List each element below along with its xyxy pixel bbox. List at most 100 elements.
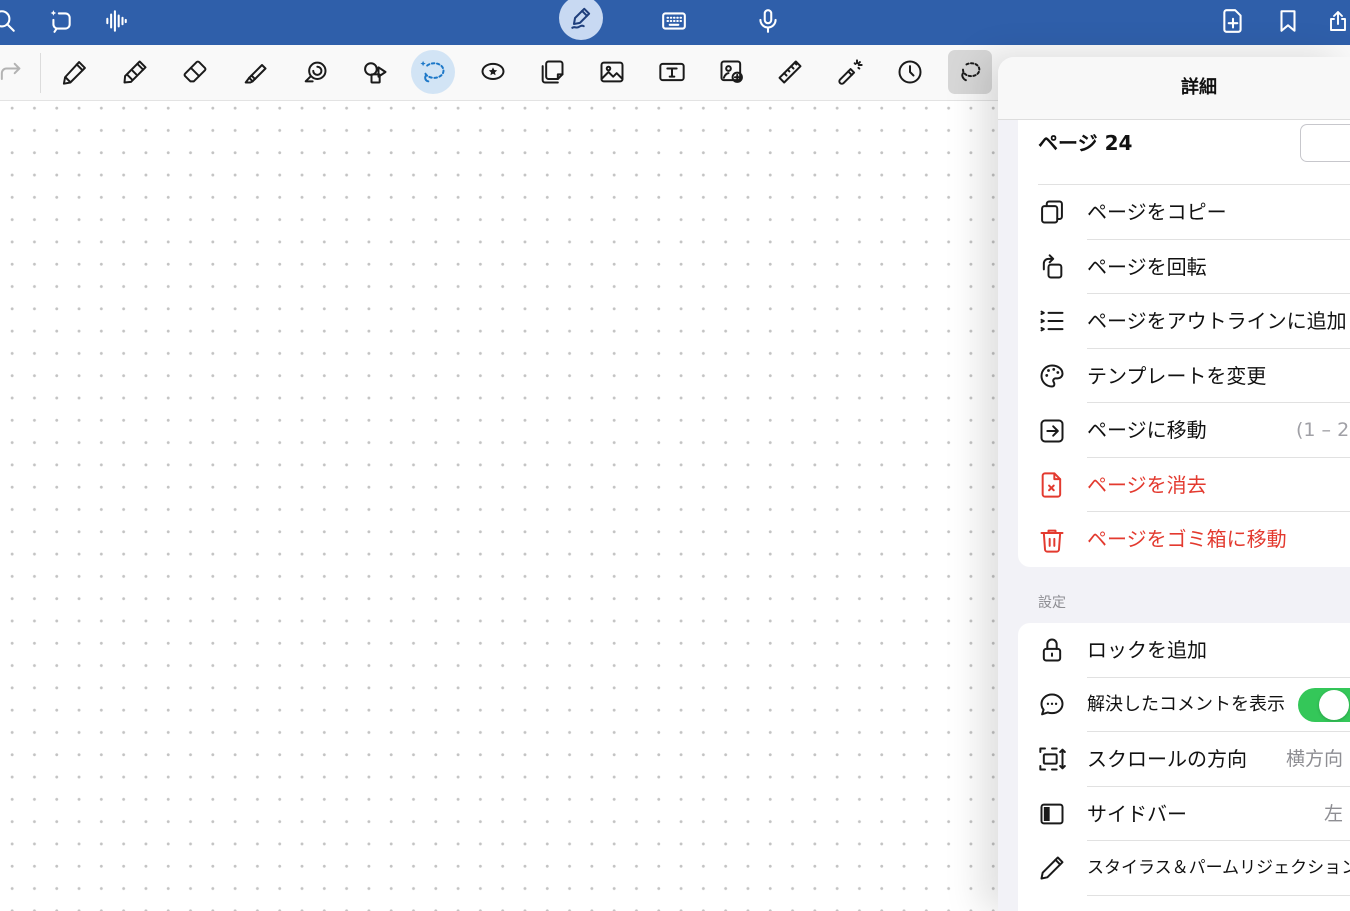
- go-to-page-row[interactable]: ページに移動 (1 – 24: [1018, 403, 1350, 458]
- settings-list: ロックを追加 解決したコメントを表示 スクロールの方向 横方向 サイドバー 左 …: [1018, 623, 1350, 896]
- pen-icon: [61, 58, 89, 86]
- outline-icon: [1038, 307, 1066, 335]
- settings-group: ロックを追加 解決したコメントを表示 スクロールの方向 横方向 サイドバー 左 …: [1018, 623, 1350, 911]
- laser-pointer-icon: [836, 58, 864, 86]
- keyboard-icon: [661, 8, 687, 34]
- share-button[interactable]: [1326, 3, 1350, 39]
- lasso-tool[interactable]: [411, 50, 455, 94]
- pencil-icon: [121, 58, 149, 86]
- sticker-icon: [479, 58, 507, 86]
- ai-assist-icon: [48, 8, 74, 34]
- add-page-button[interactable]: [1215, 3, 1251, 39]
- rotate-page-row[interactable]: ページを回転: [1018, 240, 1350, 295]
- ruler-icon: [776, 58, 804, 86]
- copy-page-row[interactable]: ページをコピー: [1018, 185, 1350, 240]
- change-template-label: テンプレートを変更: [1087, 363, 1267, 388]
- audio-recording-icon: [103, 8, 129, 34]
- clear-page-row[interactable]: ページを消去: [1018, 458, 1350, 513]
- popover-header: 詳細: [998, 57, 1350, 120]
- sticky-note-icon: [538, 58, 566, 86]
- pen-mode-button[interactable]: [559, 0, 603, 40]
- pen-tool[interactable]: [53, 50, 97, 94]
- keyboard-button[interactable]: [656, 3, 692, 39]
- toolbar-divider: [40, 53, 41, 93]
- audio-recording-button[interactable]: [98, 3, 134, 39]
- text-box-tool[interactable]: [650, 50, 694, 94]
- laser-pointer-tool[interactable]: [828, 50, 872, 94]
- microphone-icon: [755, 8, 781, 34]
- share-icon: [1326, 9, 1350, 33]
- trash-icon: [1038, 526, 1066, 554]
- camera-tool[interactable]: [710, 50, 754, 94]
- redo-icon: [0, 58, 24, 86]
- lasso-select-tool[interactable]: [948, 50, 992, 94]
- add-to-outline-row[interactable]: ページをアウトラインに追加: [1018, 294, 1350, 349]
- add-lock-row[interactable]: ロックを追加: [1018, 623, 1350, 678]
- lasso-icon: [419, 58, 447, 86]
- add-page-icon: [1220, 8, 1246, 34]
- recent-tool[interactable]: [888, 50, 932, 94]
- move-to-trash-label: ページをゴミ箱に移動: [1087, 527, 1287, 552]
- shapes-icon: [361, 58, 389, 86]
- redo-button[interactable]: [0, 50, 32, 94]
- lock-icon: [1038, 636, 1066, 664]
- scroll-direction-value: 横方向: [1285, 748, 1343, 770]
- stylus-palm-rejection-label: スタイラス＆パームリジェクション: [1087, 858, 1350, 878]
- scroll-direction-row[interactable]: スクロールの方向 横方向: [1018, 732, 1350, 787]
- scroll-direction-label: スクロールの方向: [1087, 747, 1247, 771]
- pen-mode-icon: [568, 5, 594, 31]
- sidebar-icon: [1038, 800, 1066, 828]
- app-window: 詳細 ページ 24 ページをコピー ページを回転 ページをアウトラインに追加 テ…: [0, 0, 1350, 911]
- clear-page-icon: [1038, 471, 1066, 499]
- sidebar-label: サイドバー: [1087, 801, 1187, 826]
- add-to-outline-label: ページをアウトラインに追加: [1087, 309, 1347, 334]
- page-name-row: ページ 24: [1038, 120, 1350, 185]
- image-tool[interactable]: [590, 50, 634, 94]
- stylus-icon: [1038, 854, 1066, 882]
- drawing-canvas[interactable]: [0, 101, 1000, 911]
- sticky-note-tool[interactable]: [530, 50, 574, 94]
- page-title-field[interactable]: [1300, 124, 1350, 162]
- sidebar-row[interactable]: サイドバー 左: [1018, 787, 1350, 842]
- popover-title: 詳細: [1181, 77, 1217, 98]
- palette-icon: [1038, 362, 1066, 390]
- settings-section-header: 設定: [1038, 595, 1066, 611]
- top-bar: [0, 0, 1350, 45]
- copy-page-label: ページをコピー: [1087, 200, 1227, 224]
- change-template-row[interactable]: テンプレートを変更: [1018, 349, 1350, 404]
- bookmark-icon: [1275, 8, 1301, 34]
- scroll-direction-icon: [1038, 745, 1066, 773]
- page-actions-list: ページをコピー ページを回転 ページをアウトラインに追加 テンプレートを変更 ペ…: [1018, 185, 1350, 567]
- add-lock-label: ロックを追加: [1087, 638, 1207, 662]
- page-number-label: ページ 24: [1038, 131, 1133, 155]
- show-resolved-comments-toggle[interactable]: [1298, 687, 1350, 722]
- page-actions-group: ページ 24 ページをコピー ページを回転 ページをアウトラインに追加 テンプレ…: [1018, 120, 1350, 567]
- shape-tool-icon: [301, 58, 329, 86]
- page-range-hint: (1 – 24: [1296, 419, 1350, 442]
- sidebar-value: 左: [1323, 802, 1343, 825]
- rotate-page-icon: [1038, 253, 1066, 281]
- shapes-tool[interactable]: [353, 50, 397, 94]
- show-resolved-comments-label: 解決したコメントを表示: [1087, 693, 1285, 715]
- shape-tool[interactable]: [293, 50, 337, 94]
- ruler-tool[interactable]: [768, 50, 812, 94]
- pencil-tool[interactable]: [113, 50, 157, 94]
- search-icon: [0, 8, 17, 34]
- sticker-tool[interactable]: [471, 50, 515, 94]
- move-to-trash-row[interactable]: ページをゴミ箱に移動: [1018, 512, 1350, 567]
- stylus-palm-rejection-row[interactable]: スタイラス＆パームリジェクション: [1018, 841, 1350, 896]
- comment-icon: [1038, 691, 1066, 719]
- ai-assist-button[interactable]: [43, 3, 79, 39]
- image-icon: [598, 58, 626, 86]
- microphone-button[interactable]: [750, 3, 786, 39]
- rotate-page-label: ページを回転: [1087, 254, 1207, 279]
- clear-page-label: ページを消去: [1087, 472, 1207, 497]
- eraser-tool[interactable]: [173, 50, 217, 94]
- camera-icon: [718, 58, 746, 86]
- toggle-knob: [1319, 689, 1349, 720]
- bookmark-button[interactable]: [1270, 3, 1306, 39]
- recent-icon: [896, 58, 924, 86]
- search-button[interactable]: [0, 3, 22, 39]
- highlighter-tool[interactable]: [233, 50, 277, 94]
- lasso-select-icon: [956, 58, 984, 86]
